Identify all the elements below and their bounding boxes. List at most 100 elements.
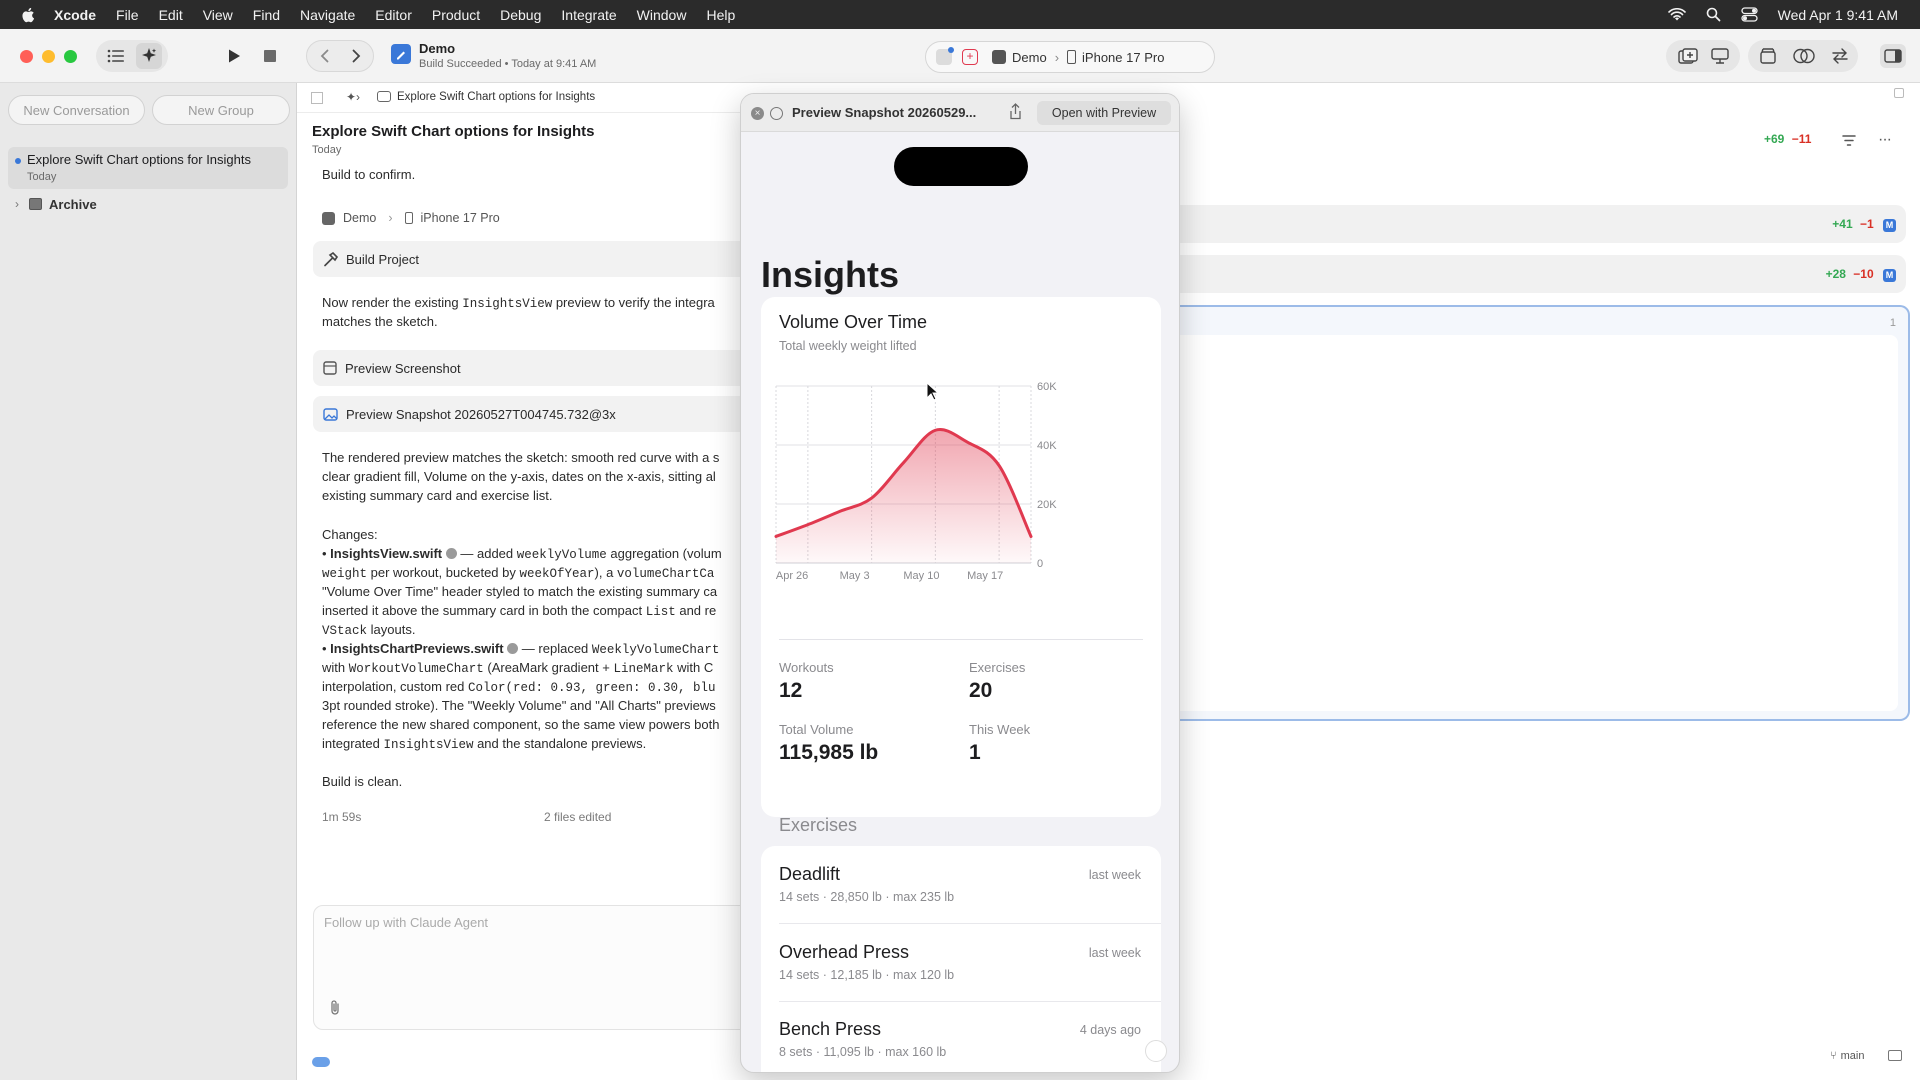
arrow-circle-icon[interactable] [445, 548, 457, 559]
followup-input[interactable]: Follow up with Claude Agent [324, 915, 488, 930]
files-edited-count[interactable]: 2 files edited [544, 810, 611, 824]
chevron-right-icon[interactable]: › [15, 197, 19, 211]
preview-snapshot-attachment[interactable]: Preview Snapshot 20260527T004745.732@3x [313, 396, 741, 432]
branch-indicator[interactable]: ⑂ main [1830, 1050, 1864, 1062]
minimize-window-button[interactable] [42, 50, 55, 63]
hide-icon[interactable] [770, 107, 783, 120]
run-button[interactable] [222, 44, 246, 68]
file-diff-header-1[interactable]: +41 −1 M [1176, 205, 1906, 243]
exercise-name[interactable]: Overhead Press [779, 942, 909, 963]
new-conversation-button[interactable]: New Conversation [8, 95, 145, 125]
source-control-icon[interactable] [1828, 44, 1852, 68]
code-span: InsightsView [462, 297, 553, 311]
file-link[interactable]: InsightsChartPreviews.swift [330, 641, 503, 656]
scheme-name[interactable]: Demo [1012, 50, 1047, 65]
scheme-selector[interactable]: + Demo › iPhone 17 Pro [925, 41, 1215, 73]
stat-total-volume: 115,985 lb [779, 741, 879, 764]
preview-screenshot-step[interactable]: Preview Screenshot [313, 350, 741, 386]
text-span: interpolation, custom red [322, 679, 468, 694]
menubar-clock[interactable]: Wed Apr 1 9:41 AM [1778, 7, 1898, 23]
text-span: inserted it above the summary card in bo… [322, 603, 646, 618]
branch-icon: ⑂ [1830, 1050, 1837, 1062]
add-library-icon[interactable] [1676, 44, 1700, 68]
control-center-icon[interactable] [1740, 7, 1758, 22]
menu-find[interactable]: Find [253, 7, 280, 23]
list-divider [779, 1001, 1161, 1002]
menu-product[interactable]: Product [432, 7, 480, 23]
file-diff-header-2[interactable]: +28 −10 M [1176, 255, 1906, 293]
code-span: weight [322, 567, 368, 581]
conversation-date: Today [312, 144, 342, 156]
filter-icon[interactable] [1842, 133, 1856, 151]
destination-row: Demo › iPhone 17 Pro [322, 211, 500, 225]
stop-button[interactable] [258, 44, 282, 68]
spotlight-search-icon[interactable] [1706, 7, 1721, 22]
arrow-circle-icon[interactable] [507, 643, 519, 654]
chevron-right-icon[interactable] [345, 44, 367, 68]
archive-group[interactable]: › Archive [8, 193, 288, 217]
menu-file[interactable]: File [116, 7, 139, 23]
dynamic-island [894, 147, 1028, 186]
deletions-count: −11 [1791, 132, 1812, 146]
code-view[interactable]: 1 [1176, 305, 1910, 721]
menu-view[interactable]: View [203, 7, 233, 23]
y-tick-label: 0 [1037, 558, 1043, 570]
code-span: VStack [322, 624, 368, 638]
zoom-window-button[interactable] [64, 50, 77, 63]
panel-toggle-icon[interactable] [1888, 1050, 1902, 1061]
device-preview-icon[interactable] [1708, 44, 1732, 68]
menu-window[interactable]: Window [637, 7, 687, 23]
share-icon[interactable] [1009, 103, 1022, 125]
line-number: 1 [1889, 317, 1896, 329]
conversation-title: Explore Swift Chart options for Insights [312, 123, 595, 140]
code-area[interactable] [1176, 335, 1898, 711]
additions-count: +28 [1825, 267, 1846, 281]
wifi-icon[interactable] [1667, 7, 1686, 22]
chart-point [775, 535, 778, 538]
close-icon[interactable]: × [751, 107, 764, 120]
live-text-icon[interactable] [1145, 1040, 1167, 1062]
deletions-count: −10 [1853, 267, 1874, 281]
menu-editor[interactable]: Editor [375, 7, 412, 23]
code-span: List [645, 605, 676, 619]
menu-navigate[interactable]: Navigate [300, 7, 355, 23]
package-icon[interactable] [1756, 44, 1780, 68]
menu-app[interactable]: Xcode [54, 7, 96, 23]
grid-icon[interactable] [311, 92, 323, 104]
conversation-title: Explore Swift Chart options for Insights [27, 152, 251, 167]
chevron-right-icon: › [1054, 49, 1060, 65]
device-name[interactable]: iPhone 17 Pro [1082, 50, 1164, 65]
open-with-preview-button[interactable]: Open with Preview [1037, 101, 1171, 125]
add-destination-icon[interactable]: + [962, 49, 978, 65]
review-changes-icon[interactable] [1792, 44, 1816, 68]
more-options-icon[interactable]: ··· [1878, 131, 1892, 149]
apple-icon[interactable] [20, 6, 38, 24]
sidebar-list-icon[interactable] [104, 44, 128, 68]
exercise-name[interactable]: Bench Press [779, 1019, 881, 1040]
agent-badge-icon[interactable] [936, 47, 954, 65]
breadcrumb-bar: ✦› Explore Swift Chart options for Insig… [297, 83, 741, 113]
chevron-left-icon[interactable] [313, 44, 335, 68]
exercise-name[interactable]: Deadlift [779, 864, 840, 885]
menu-edit[interactable]: Edit [159, 7, 183, 23]
chart-point [934, 429, 937, 432]
coding-assistant-icon[interactable] [136, 43, 162, 69]
menu-help[interactable]: Help [706, 7, 735, 23]
menu-integrate[interactable]: Integrate [561, 7, 616, 23]
close-window-button[interactable] [20, 50, 33, 63]
file-link[interactable]: InsightsView.swift [330, 546, 442, 561]
conversation-item-selected[interactable]: Explore Swift Chart options for Insights… [8, 147, 288, 189]
breadcrumb[interactable]: Explore Swift Chart options for Insights [397, 91, 595, 103]
text-span: integrated [322, 736, 384, 751]
build-project-step[interactable]: Build Project [313, 241, 741, 277]
new-group-button[interactable]: New Group [152, 95, 290, 125]
menu-debug[interactable]: Debug [500, 7, 541, 23]
exercise-when: last week [1088, 868, 1141, 882]
paperclip-icon[interactable] [329, 999, 341, 1020]
code-span: LineMark [613, 662, 674, 676]
message-text: Build to confirm. [322, 167, 416, 182]
followup-composer[interactable]: Follow up with Claude Agent [313, 905, 741, 1030]
conversation-date: Today [27, 171, 57, 183]
text-span: and re [675, 603, 717, 618]
inspector-toggle-icon[interactable] [1880, 44, 1906, 68]
